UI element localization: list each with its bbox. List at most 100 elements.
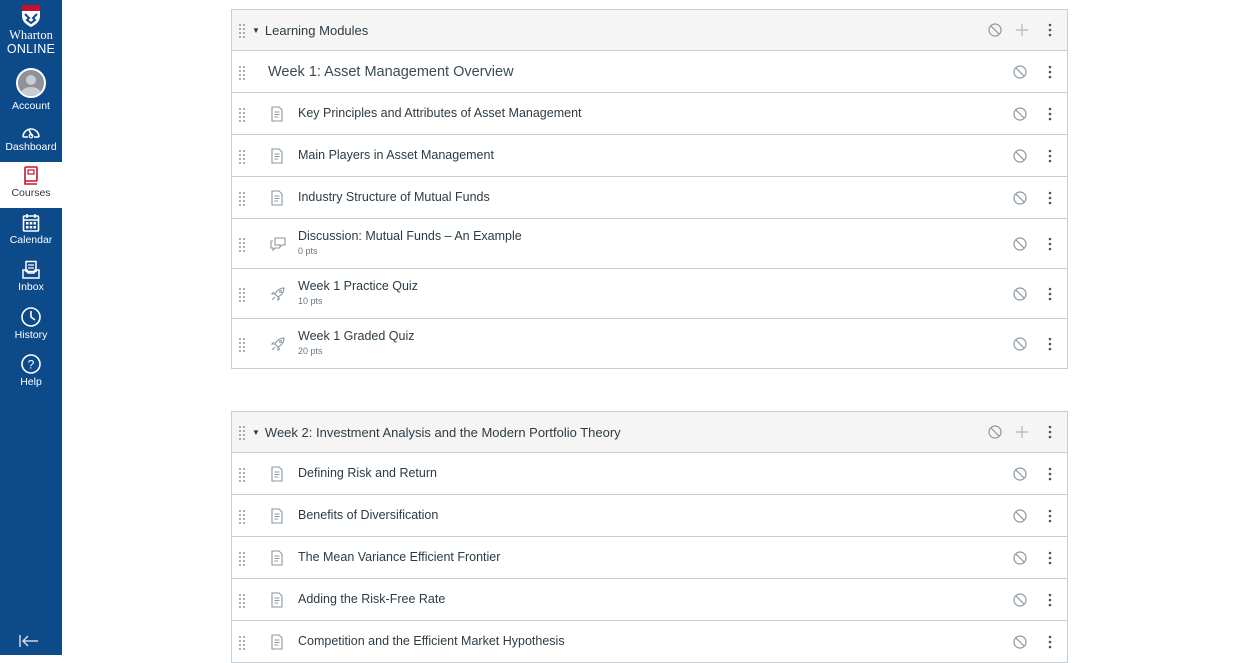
drag-handle-icon[interactable] [239,551,246,566]
collapse-caret-icon[interactable]: ▼ [252,26,260,35]
calendar-icon [22,214,40,232]
unpublished-icon[interactable] [1012,190,1028,206]
page-icon [270,633,284,655]
unpublished-icon[interactable] [1012,508,1028,524]
more-options-icon[interactable] [1043,336,1057,352]
item-points: 0 pts [298,246,318,256]
collapse-nav-icon [19,635,38,647]
drag-handle-icon[interactable] [239,467,246,482]
unpublished-icon[interactable] [987,22,1003,38]
more-options-icon[interactable] [1043,106,1057,122]
unpublished-icon[interactable] [1012,466,1028,482]
item-title-link[interactable]: Competition and the Efficient Market Hyp… [298,634,565,649]
drag-handle-icon[interactable] [239,337,246,352]
item-title-link[interactable]: Adding the Risk-Free Rate [298,592,445,607]
collapse-caret-icon[interactable]: ▼ [252,428,260,437]
module-week-2: ▼ Week 2: Investment Analysis and the Mo… [231,411,1068,663]
item-title-link[interactable]: Benefits of Diversification [298,508,438,523]
svg-text:?: ? [28,358,35,372]
item-title-link[interactable]: Defining Risk and Return [298,466,437,481]
nav-item-courses[interactable]: Courses [0,162,62,208]
nav-item-label: History [14,329,48,341]
more-options-icon[interactable] [1043,190,1057,206]
collapse-nav-button[interactable] [18,634,40,653]
discussion-icon [270,236,286,257]
page-icon [270,549,284,571]
nav-item-label: Dashboard [5,141,57,153]
more-options-icon[interactable] [1043,508,1057,524]
nav-item-help[interactable]: ? Help [0,353,62,388]
item-points: 10 pts [298,296,323,306]
wharton-online-logo[interactable]: Wharton ONLINE [0,4,62,56]
module-title[interactable]: Week 2: Investment Analysis and the Mode… [265,425,621,440]
nav-item-label: Inbox [18,281,44,293]
drag-handle-icon[interactable] [239,149,246,164]
more-options-icon[interactable] [1043,634,1057,650]
more-options-icon[interactable] [1043,466,1057,482]
page-icon [270,147,284,169]
item-points: 20 pts [298,346,323,356]
unpublished-icon[interactable] [1012,64,1028,80]
more-options-icon[interactable] [1043,424,1057,440]
module-item: Week 1 Graded Quiz 20 pts [232,319,1067,368]
question-icon: ? [21,354,41,374]
item-title-link[interactable]: Week 1 Graded Quiz [298,329,415,344]
drag-handle-icon[interactable] [239,509,246,524]
clock-icon [21,307,41,327]
item-title-link[interactable]: Main Players in Asset Management [298,148,494,163]
module-item: Key Principles and Attributes of Asset M… [232,93,1067,135]
page-icon [270,465,284,487]
nav-item-label: Help [20,376,42,388]
item-title-link[interactable]: Week 1 Practice Quiz [298,279,418,294]
module-item-subheader: Week 1: Asset Management Overview [232,51,1067,93]
module-item: Adding the Risk-Free Rate [232,579,1067,621]
item-title-link[interactable]: Discussion: Mutual Funds – An Example [298,229,522,244]
drag-handle-icon[interactable] [239,593,246,608]
more-options-icon[interactable] [1043,550,1057,566]
more-options-icon[interactable] [1043,148,1057,164]
unpublished-icon[interactable] [1012,592,1028,608]
drag-handle-icon[interactable] [239,23,246,38]
nav-item-dashboard[interactable]: Dashboard [0,122,62,153]
module-item: Week 1 Practice Quiz 10 pts [232,269,1067,319]
drag-handle-icon[interactable] [239,287,246,302]
unpublished-icon[interactable] [1012,236,1028,252]
module-title[interactable]: Learning Modules [265,23,368,38]
nav-item-account[interactable]: Account [0,68,62,112]
drag-handle-icon[interactable] [239,191,246,206]
book-icon [24,166,38,185]
nav-item-inbox[interactable]: Inbox [0,260,62,293]
unpublished-icon[interactable] [1012,550,1028,566]
more-options-icon[interactable] [1043,64,1057,80]
module-item: Benefits of Diversification [232,495,1067,537]
drag-handle-icon[interactable] [239,237,246,252]
brand-line-1: Wharton [9,28,53,42]
unpublished-icon[interactable] [1012,148,1028,164]
module-item: Discussion: Mutual Funds – An Example 0 … [232,219,1067,269]
page-icon [270,189,284,211]
drag-handle-icon[interactable] [239,107,246,122]
item-title-link[interactable]: Industry Structure of Mutual Funds [298,190,490,205]
brand-line-2: ONLINE [6,42,56,56]
add-item-icon[interactable] [1015,425,1029,439]
more-options-icon[interactable] [1043,286,1057,302]
nav-item-history[interactable]: History [0,306,62,341]
more-options-icon[interactable] [1043,236,1057,252]
unpublished-icon[interactable] [1012,286,1028,302]
unpublished-icon[interactable] [1012,336,1028,352]
quiz-rocket-icon [270,336,286,357]
add-item-icon[interactable] [1015,23,1029,37]
unpublished-icon[interactable] [1012,634,1028,650]
drag-handle-icon[interactable] [239,425,246,440]
more-options-icon[interactable] [1043,22,1057,38]
nav-item-calendar[interactable]: Calendar [0,213,62,246]
drag-handle-icon[interactable] [239,635,246,650]
item-title-link[interactable]: Key Principles and Attributes of Asset M… [298,106,582,121]
unpublished-icon[interactable] [987,424,1003,440]
item-title-link[interactable]: The Mean Variance Efficient Frontier [298,550,500,565]
unpublished-icon[interactable] [1012,106,1028,122]
module-item: Competition and the Efficient Market Hyp… [232,621,1067,663]
module-learning-modules: ▼ Learning Modules Week 1: Asset Managem… [231,9,1068,369]
more-options-icon[interactable] [1043,592,1057,608]
drag-handle-icon[interactable] [239,65,246,80]
